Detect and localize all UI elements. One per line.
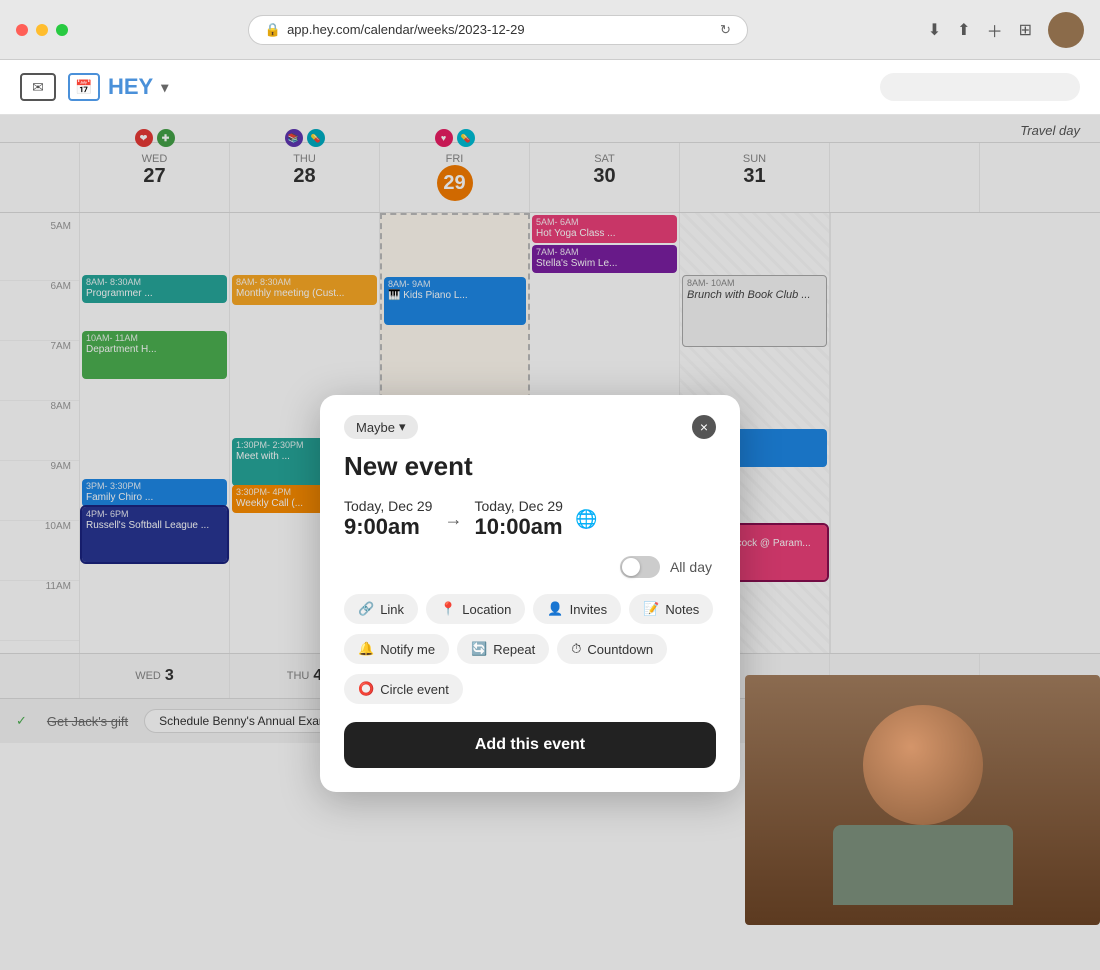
action-buttons-row1: 🔗 Link 📍 Location 👤 Invites 📝 Notes: [344, 594, 716, 624]
invites-icon: 👤: [547, 601, 563, 617]
notes-label: Notes: [665, 602, 699, 617]
modal-header: Maybe ▾ ×: [344, 415, 716, 439]
countdown-icon: ⏱: [571, 641, 581, 657]
new-tab-icon[interactable]: ＋: [987, 18, 1003, 42]
end-time: 10:00am: [474, 514, 562, 540]
start-date: Today, Dec 29: [344, 498, 432, 514]
new-event-modal: Maybe ▾ × New event Today, Dec 29 9:00am…: [320, 395, 740, 792]
add-event-button[interactable]: Add this event: [344, 722, 716, 768]
allday-toggle[interactable]: [620, 556, 660, 578]
logo-text: HEY: [108, 74, 153, 100]
browser-right-controls: ⬇ ⬆ ＋ ⊞: [928, 12, 1084, 48]
circle-icon: ⭕: [358, 681, 374, 697]
countdown-label: Countdown: [587, 642, 653, 657]
notes-button[interactable]: 📝 Notes: [629, 594, 713, 624]
logo-caret[interactable]: ▾: [161, 79, 168, 96]
location-icon: 📍: [440, 601, 456, 617]
location-button[interactable]: 📍 Location: [426, 594, 525, 624]
invites-button[interactable]: 👤 Invites: [533, 594, 621, 624]
video-person: [745, 675, 1100, 925]
maybe-caret: ▾: [399, 419, 406, 435]
repeat-icon: 🔄: [471, 641, 487, 657]
modal-title: New event: [344, 451, 716, 482]
mail-button[interactable]: ✉: [20, 73, 56, 101]
link-label: Link: [380, 602, 404, 617]
location-label: Location: [462, 602, 511, 617]
link-icon: 🔗: [358, 601, 374, 617]
repeat-label: Repeat: [493, 642, 535, 657]
window-controls: [16, 24, 68, 36]
link-button[interactable]: 🔗 Link: [344, 594, 418, 624]
browser-chrome: 🔒 app.hey.com/calendar/weeks/2023-12-29 …: [0, 0, 1100, 60]
globe-icon[interactable]: 🌐: [575, 509, 597, 530]
mail-icon: ✉: [32, 79, 44, 96]
url-text: app.hey.com/calendar/weeks/2023-12-29: [287, 22, 525, 37]
datetime-row: Today, Dec 29 9:00am → Today, Dec 29 10:…: [344, 498, 716, 540]
countdown-button[interactable]: ⏱ Countdown: [557, 634, 667, 664]
action-buttons-row2: 🔔 Notify me 🔄 Repeat ⏱ Countdown: [344, 634, 716, 664]
app-header: ✉ 📅 HEY ▾: [0, 60, 1100, 115]
hey-logo[interactable]: 📅 HEY ▾: [68, 73, 168, 101]
minimize-window-btn[interactable]: [36, 24, 48, 36]
refresh-icon[interactable]: ↻: [720, 22, 731, 38]
circle-event-button[interactable]: ⭕ Circle event: [344, 674, 463, 704]
maybe-label: Maybe: [356, 420, 395, 435]
lock-icon: 🔒: [265, 22, 281, 38]
end-date: Today, Dec 29: [474, 498, 562, 514]
start-time: 9:00am: [344, 514, 432, 540]
end-datetime[interactable]: Today, Dec 29 10:00am: [474, 498, 562, 540]
calendar-container: Travel day ❤ ✚ WED 27 📚 💊 THU 28 ♥ �: [0, 115, 1100, 970]
allday-row: All day: [344, 556, 716, 578]
allday-label: All day: [670, 559, 712, 575]
share-icon[interactable]: ⬆: [957, 20, 970, 40]
arrow-icon: →: [444, 509, 462, 530]
user-avatar[interactable]: [1048, 12, 1084, 48]
notify-label: Notify me: [380, 642, 435, 657]
notify-button[interactable]: 🔔 Notify me: [344, 634, 449, 664]
notes-icon: 📝: [643, 601, 659, 617]
action-buttons-row3: ⭕ Circle event: [344, 674, 716, 704]
close-icon: ×: [700, 419, 708, 435]
video-face: [863, 705, 983, 825]
address-bar[interactable]: 🔒 app.hey.com/calendar/weeks/2023-12-29 …: [248, 15, 748, 45]
maximize-window-btn[interactable]: [56, 24, 68, 36]
video-body: [833, 825, 1013, 905]
notify-icon: 🔔: [358, 641, 374, 657]
close-modal-button[interactable]: ×: [692, 415, 716, 439]
close-window-btn[interactable]: [16, 24, 28, 36]
windows-icon[interactable]: ⊞: [1019, 20, 1032, 40]
invites-label: Invites: [570, 602, 608, 617]
download-icon[interactable]: ⬇: [928, 20, 941, 40]
calendar-icon: 📅: [68, 73, 100, 101]
video-overlay: [745, 675, 1100, 925]
start-datetime[interactable]: Today, Dec 29 9:00am: [344, 498, 432, 540]
toggle-knob: [622, 558, 640, 576]
circle-label: Circle event: [380, 682, 449, 697]
repeat-button[interactable]: 🔄 Repeat: [457, 634, 549, 664]
header-search[interactable]: [880, 73, 1080, 101]
maybe-button[interactable]: Maybe ▾: [344, 415, 418, 439]
add-event-label: Add this event: [475, 736, 585, 753]
